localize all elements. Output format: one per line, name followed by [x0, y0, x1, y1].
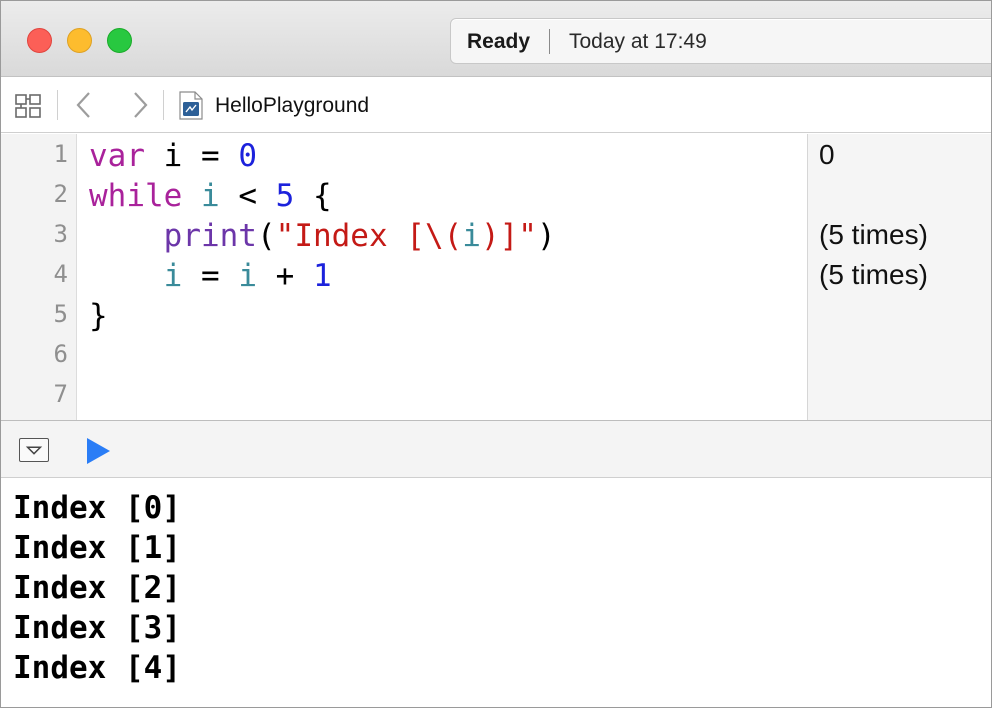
line-number: 1 [53, 140, 68, 168]
code-token: 0 [238, 138, 257, 174]
code-token: i [163, 258, 183, 294]
grid-icon[interactable] [15, 94, 41, 118]
source-code[interactable]: var i = 0 while i < 5 { print("Index [\(i… [89, 134, 799, 420]
code-token: < [219, 178, 276, 214]
console-line: Index [2] [13, 570, 181, 606]
code-token: i = [145, 138, 239, 174]
activity-status: Ready [467, 30, 531, 53]
code-token: while [89, 178, 183, 214]
playground-file-icon [179, 91, 203, 120]
console-output: Index [0] Index [1] Index [2] Index [3] Inde… [1, 479, 991, 707]
line-number-gutter: 1 2 3 4 5 6 7 [1, 134, 77, 420]
debug-bar [1, 420, 991, 478]
code-line[interactable]: print("Index [\(i)]") [89, 216, 556, 256]
result-value[interactable]: 0 [819, 139, 835, 171]
code-editor: 1234567 var i = 0 while i < 5 { print("In… [1, 134, 991, 420]
line-number: 5 [53, 300, 68, 328]
playground-window: Ready Today at 17:49 HelloPlayground 1 2… [0, 0, 992, 708]
code-token: i [238, 258, 257, 294]
code-token: "Index [\( [275, 218, 463, 254]
minimize-button[interactable] [67, 28, 92, 53]
result-value[interactable]: (5 times) [819, 219, 928, 251]
code-token: print [163, 218, 257, 254]
file-name[interactable]: HelloPlayground [215, 94, 369, 118]
activity-viewer: Ready Today at 17:49 [450, 18, 991, 64]
console-line: Index [0] [13, 490, 181, 526]
chevron-left-icon[interactable] [73, 90, 95, 120]
code-token: ( [256, 218, 276, 254]
code-line[interactable]: while i < 5 { [89, 176, 332, 216]
activity-time: Today at 17:49 [569, 30, 707, 53]
console-line: Index [1] [13, 530, 181, 566]
hide-debug-area-icon[interactable] [19, 438, 49, 462]
jumpbar-separator [57, 90, 58, 120]
code-token: ) [536, 218, 556, 254]
code-line[interactable]: i = i + 1 [89, 256, 332, 296]
result-value[interactable]: (5 times) [819, 259, 928, 291]
activity-separator [549, 29, 550, 54]
code-line[interactable]: } [89, 296, 108, 336]
code-token: i [201, 178, 220, 214]
code-line[interactable]: var i = 0 [89, 136, 257, 176]
results-sidebar: 0 (5 times) (5 times) [807, 134, 991, 420]
code-token: } [89, 298, 108, 334]
code-token: + [257, 258, 313, 294]
code-token: 5 [275, 178, 295, 214]
code-token: i [462, 218, 481, 254]
line-number: 3 [53, 220, 68, 248]
code-token: = [182, 258, 239, 294]
zoom-button[interactable] [107, 28, 132, 53]
jump-bar: HelloPlayground [1, 78, 991, 133]
line-number: 7 [53, 380, 68, 408]
close-button[interactable] [27, 28, 52, 53]
line-number: 2 [53, 180, 68, 208]
line-number: 4 [53, 260, 68, 288]
line-number: 6 [53, 340, 68, 368]
code-token: )]" [480, 218, 537, 254]
code-token: 1 [313, 258, 332, 294]
jumpbar-separator [163, 90, 164, 120]
console-line: Index [3] [13, 610, 181, 646]
console-line: Index [4] [13, 650, 181, 686]
chevron-right-icon[interactable] [129, 90, 151, 120]
title-bar: Ready Today at 17:49 [1, 1, 991, 77]
play-icon[interactable] [85, 437, 111, 465]
code-token: { [294, 178, 332, 214]
code-token: var [89, 138, 145, 174]
